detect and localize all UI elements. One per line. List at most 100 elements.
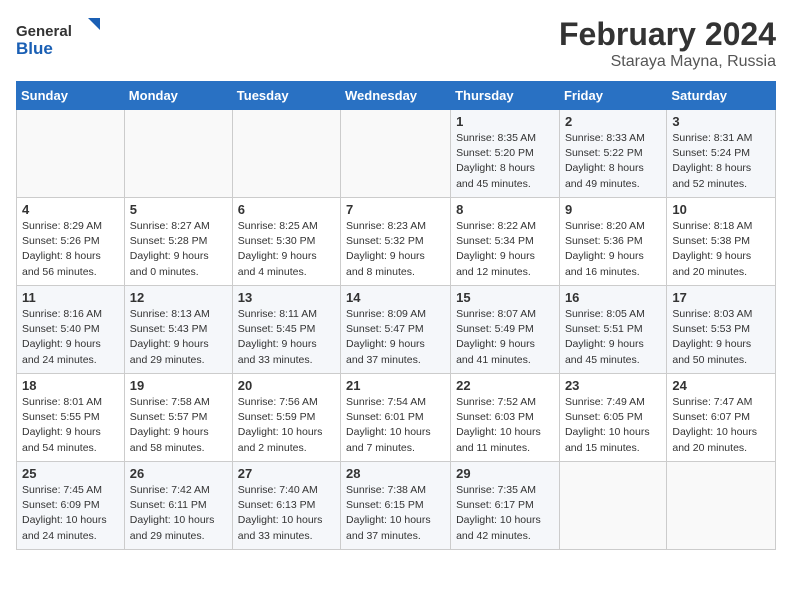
day-of-week-header: Thursday xyxy=(451,82,560,110)
location-subtitle: Staraya Mayna, Russia xyxy=(559,53,776,71)
day-info: Sunrise: 8:35 AM Sunset: 5:20 PM Dayligh… xyxy=(456,131,554,192)
logo-svg: General Blue xyxy=(16,16,106,60)
day-info: Sunrise: 8:11 AM Sunset: 5:45 PM Dayligh… xyxy=(238,307,335,368)
day-info: Sunrise: 8:27 AM Sunset: 5:28 PM Dayligh… xyxy=(130,219,227,280)
day-info: Sunrise: 8:33 AM Sunset: 5:22 PM Dayligh… xyxy=(565,131,661,192)
day-info: Sunrise: 7:42 AM Sunset: 6:11 PM Dayligh… xyxy=(130,483,227,544)
calendar-cell: 19 Sunrise: 7:58 AM Sunset: 5:57 PM Dayli… xyxy=(124,374,232,462)
day-number: 11 xyxy=(22,290,119,305)
day-number: 24 xyxy=(672,378,770,393)
title-area: February 2024 Staraya Mayna, Russia xyxy=(559,16,776,71)
calendar-cell: 4Sunrise: 8:29 AM Sunset: 5:26 PM Daylig… xyxy=(17,198,125,286)
day-info: Sunrise: 7:56 AM Sunset: 5:59 PM Dayligh… xyxy=(238,395,335,456)
day-info: Sunrise: 8:09 AM Sunset: 5:47 PM Dayligh… xyxy=(346,307,445,368)
calendar-cell: 16 Sunrise: 8:05 AM Sunset: 5:51 PM Dayli… xyxy=(559,286,666,374)
calendar-cell: 13 Sunrise: 8:11 AM Sunset: 5:45 PM Dayli… xyxy=(232,286,340,374)
day-info: Sunrise: 8:07 AM Sunset: 5:49 PM Dayligh… xyxy=(456,307,554,368)
day-of-week-header: Tuesday xyxy=(232,82,340,110)
calendar-cell: 23 Sunrise: 7:49 AM Sunset: 6:05 PM Dayli… xyxy=(559,374,666,462)
day-number: 19 xyxy=(130,378,227,393)
day-number: 14 xyxy=(346,290,445,305)
calendar-cell: 14 Sunrise: 8:09 AM Sunset: 5:47 PM Dayli… xyxy=(341,286,451,374)
day-number: 18 xyxy=(22,378,119,393)
calendar-cell: 2 Sunrise: 8:33 AM Sunset: 5:22 PM Daylig… xyxy=(559,110,666,198)
day-number: 17 xyxy=(672,290,770,305)
day-of-week-header: Sunday xyxy=(17,82,125,110)
calendar-cell xyxy=(124,110,232,198)
day-info: Sunrise: 7:47 AM Sunset: 6:07 PM Dayligh… xyxy=(672,395,770,456)
day-number: 28 xyxy=(346,466,445,481)
day-info: Sunrise: 8:22 AM Sunset: 5:34 PM Dayligh… xyxy=(456,219,554,280)
day-info: Sunrise: 8:23 AM Sunset: 5:32 PM Dayligh… xyxy=(346,219,445,280)
day-number: 27 xyxy=(238,466,335,481)
calendar-cell: 18 Sunrise: 8:01 AM Sunset: 5:55 PM Dayli… xyxy=(17,374,125,462)
day-info: Sunrise: 8:31 AM Sunset: 5:24 PM Dayligh… xyxy=(672,131,770,192)
day-info: Sunrise: 8:05 AM Sunset: 5:51 PM Dayligh… xyxy=(565,307,661,368)
calendar-cell xyxy=(559,462,666,550)
calendar-cell: 25 Sunrise: 7:45 AM Sunset: 6:09 PM Dayli… xyxy=(17,462,125,550)
day-number: 29 xyxy=(456,466,554,481)
day-number: 21 xyxy=(346,378,445,393)
day-number: 3 xyxy=(672,114,770,129)
day-of-week-header: Saturday xyxy=(667,82,776,110)
day-of-week-header: Monday xyxy=(124,82,232,110)
svg-text:Blue: Blue xyxy=(16,39,53,58)
day-number: 15 xyxy=(456,290,554,305)
calendar-cell xyxy=(17,110,125,198)
calendar-cell: 7 Sunrise: 8:23 AM Sunset: 5:32 PM Daylig… xyxy=(341,198,451,286)
day-number: 6 xyxy=(238,202,335,217)
calendar-cell: 10 Sunrise: 8:18 AM Sunset: 5:38 PM Dayli… xyxy=(667,198,776,286)
day-info: Sunrise: 8:25 AM Sunset: 5:30 PM Dayligh… xyxy=(238,219,335,280)
day-number: 20 xyxy=(238,378,335,393)
header: General Blue February 2024 Staraya Mayna… xyxy=(16,16,776,71)
calendar-cell: 8 Sunrise: 8:22 AM Sunset: 5:34 PM Daylig… xyxy=(451,198,560,286)
calendar-cell: 15 Sunrise: 8:07 AM Sunset: 5:49 PM Dayli… xyxy=(451,286,560,374)
calendar-table: SundayMondayTuesdayWednesdayThursdayFrid… xyxy=(16,81,776,550)
day-number: 5 xyxy=(130,202,227,217)
day-info: Sunrise: 7:58 AM Sunset: 5:57 PM Dayligh… xyxy=(130,395,227,456)
logo: General Blue xyxy=(16,16,106,60)
day-info: Sunrise: 7:54 AM Sunset: 6:01 PM Dayligh… xyxy=(346,395,445,456)
calendar-cell: 20 Sunrise: 7:56 AM Sunset: 5:59 PM Dayli… xyxy=(232,374,340,462)
day-info: Sunrise: 8:03 AM Sunset: 5:53 PM Dayligh… xyxy=(672,307,770,368)
day-number: 26 xyxy=(130,466,227,481)
calendar-cell: 12Sunrise: 8:13 AM Sunset: 5:43 PM Dayli… xyxy=(124,286,232,374)
day-info: Sunrise: 8:18 AM Sunset: 5:38 PM Dayligh… xyxy=(672,219,770,280)
day-number: 16 xyxy=(565,290,661,305)
day-info: Sunrise: 7:52 AM Sunset: 6:03 PM Dayligh… xyxy=(456,395,554,456)
day-info: Sunrise: 7:45 AM Sunset: 6:09 PM Dayligh… xyxy=(22,483,119,544)
day-of-week-header: Wednesday xyxy=(341,82,451,110)
day-number: 13 xyxy=(238,290,335,305)
day-info: Sunrise: 7:35 AM Sunset: 6:17 PM Dayligh… xyxy=(456,483,554,544)
day-of-week-header: Friday xyxy=(559,82,666,110)
day-number: 10 xyxy=(672,202,770,217)
calendar-cell: 21 Sunrise: 7:54 AM Sunset: 6:01 PM Dayli… xyxy=(341,374,451,462)
day-number: 25 xyxy=(22,466,119,481)
day-info: Sunrise: 8:20 AM Sunset: 5:36 PM Dayligh… xyxy=(565,219,661,280)
day-info: Sunrise: 7:49 AM Sunset: 6:05 PM Dayligh… xyxy=(565,395,661,456)
day-info: Sunrise: 8:01 AM Sunset: 5:55 PM Dayligh… xyxy=(22,395,119,456)
calendar-cell: 17 Sunrise: 8:03 AM Sunset: 5:53 PM Dayli… xyxy=(667,286,776,374)
calendar-cell xyxy=(232,110,340,198)
calendar-cell: 5 Sunrise: 8:27 AM Sunset: 5:28 PM Daylig… xyxy=(124,198,232,286)
calendar-cell: 6 Sunrise: 8:25 AM Sunset: 5:30 PM Daylig… xyxy=(232,198,340,286)
day-number: 22 xyxy=(456,378,554,393)
svg-text:General: General xyxy=(16,23,72,40)
day-info: Sunrise: 7:40 AM Sunset: 6:13 PM Dayligh… xyxy=(238,483,335,544)
day-number: 4 xyxy=(22,202,119,217)
calendar-cell: 1 Sunrise: 8:35 AM Sunset: 5:20 PM Daylig… xyxy=(451,110,560,198)
calendar-cell xyxy=(341,110,451,198)
day-info: Sunrise: 8:16 AM Sunset: 5:40 PM Dayligh… xyxy=(22,307,119,368)
calendar-cell: 24 Sunrise: 7:47 AM Sunset: 6:07 PM Dayli… xyxy=(667,374,776,462)
day-number: 8 xyxy=(456,202,554,217)
day-number: 7 xyxy=(346,202,445,217)
day-number: 12 xyxy=(130,290,227,305)
calendar-cell: 29 Sunrise: 7:35 AM Sunset: 6:17 PM Dayli… xyxy=(451,462,560,550)
calendar-cell: 26 Sunrise: 7:42 AM Sunset: 6:11 PM Dayli… xyxy=(124,462,232,550)
day-number: 2 xyxy=(565,114,661,129)
day-number: 1 xyxy=(456,114,554,129)
month-year-title: February 2024 xyxy=(559,16,776,53)
day-number: 23 xyxy=(565,378,661,393)
day-info: Sunrise: 7:38 AM Sunset: 6:15 PM Dayligh… xyxy=(346,483,445,544)
calendar-cell: 27 Sunrise: 7:40 AM Sunset: 6:13 PM Dayli… xyxy=(232,462,340,550)
